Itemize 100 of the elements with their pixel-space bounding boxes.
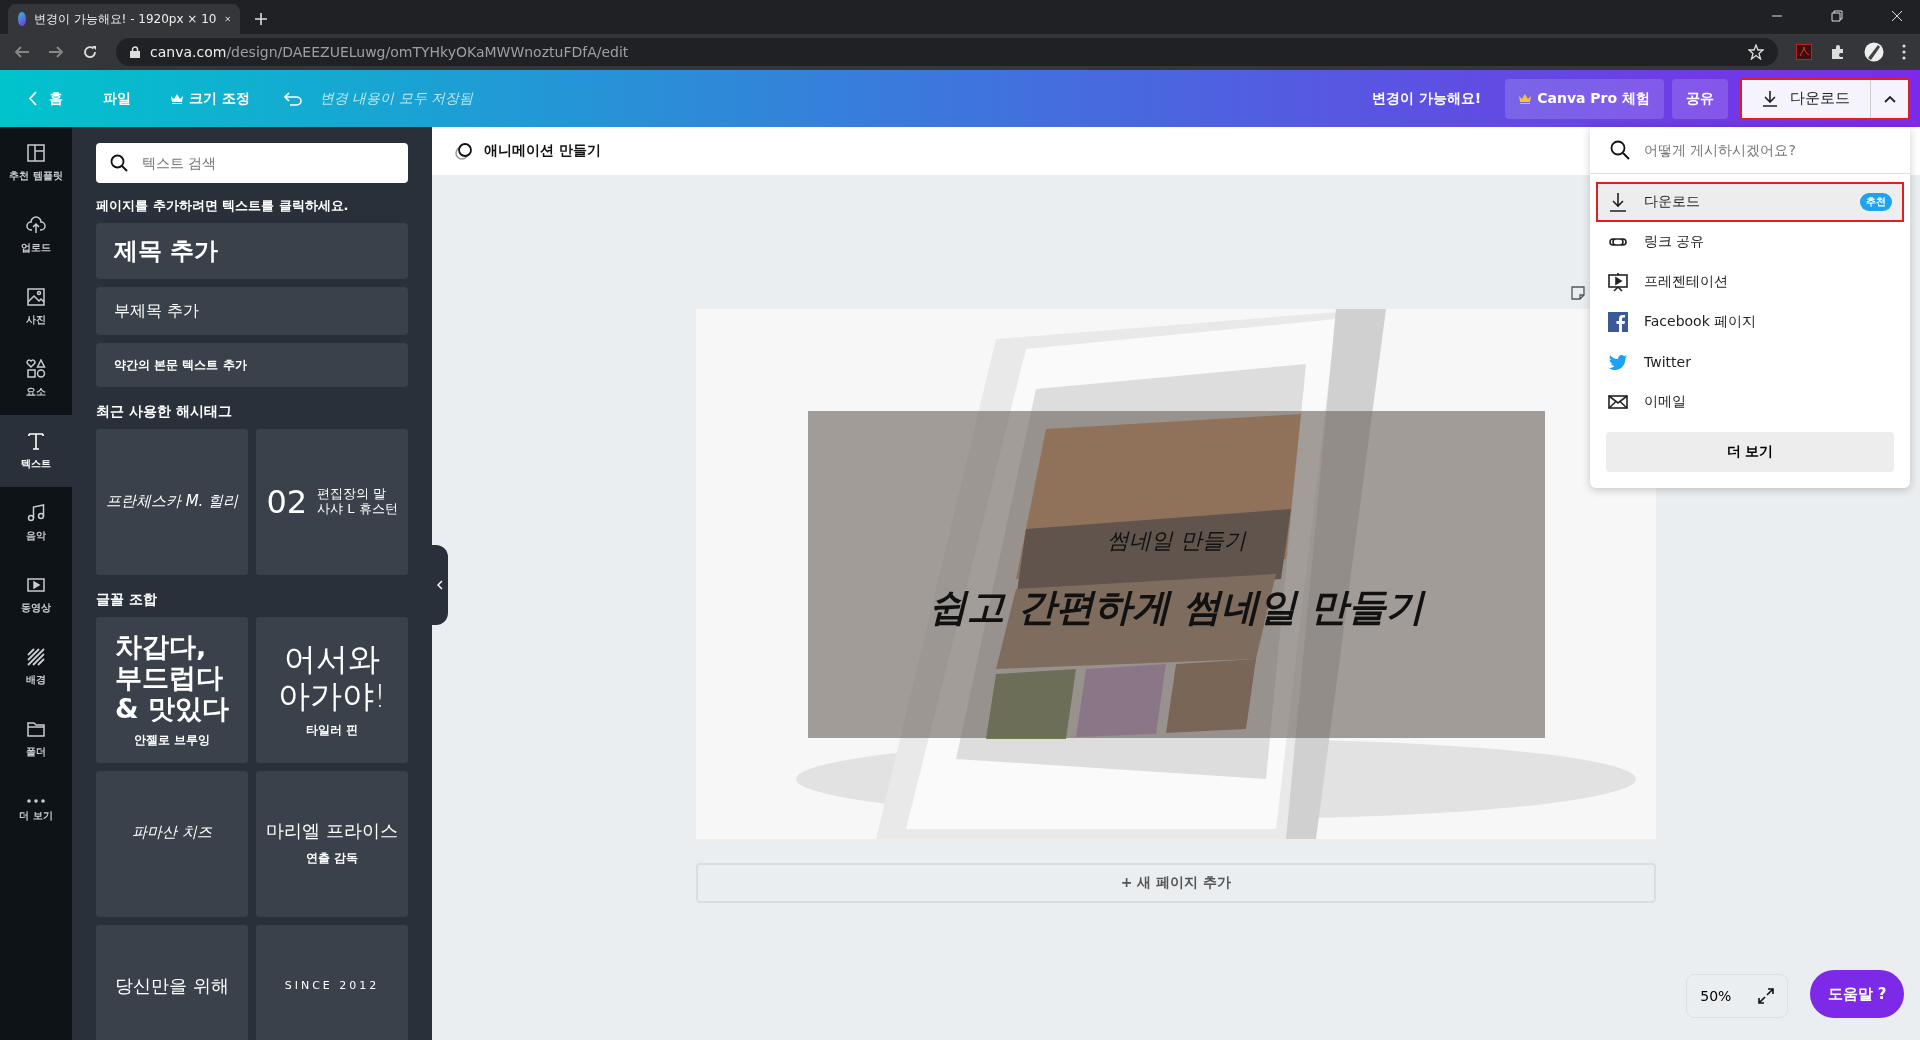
pro-trial-button[interactable]: Canva Pro 체험 <box>1505 78 1664 119</box>
restore-icon[interactable] <box>1831 10 1843 22</box>
font-combo-card[interactable]: 당신만을 위해 <box>96 925 248 1040</box>
search-field[interactable]: 어떻게 게시하시겠어요? <box>1590 127 1910 174</box>
zoom-control[interactable]: 50% <box>1686 974 1788 1018</box>
bird-icon <box>1608 352 1628 372</box>
back-icon[interactable] <box>14 44 30 60</box>
add-page-button[interactable]: + 새 페이지 추가 <box>696 863 1656 903</box>
envelope-icon <box>1608 392 1628 412</box>
font-combo-card[interactable]: 어서와 아가야! 타일러 핀 <box>256 617 408 763</box>
avatar-icon[interactable] <box>1864 42 1884 62</box>
text-icon <box>26 431 46 451</box>
font-combo-card[interactable]: 차갑다, 부드럽다 & 맛있다 안젤로 브루잉 <box>96 617 248 763</box>
recommended-badge: 추천 <box>1860 193 1892 211</box>
stripes-icon <box>26 647 46 667</box>
share-button[interactable]: 공유 <box>1672 78 1728 119</box>
undo-icon[interactable] <box>283 91 302 106</box>
zoom-level: 50% <box>1700 988 1732 1004</box>
search-field[interactable]: 텍스트 검색 <box>96 143 408 183</box>
card-text: 차갑다, 부드럽다 & 맛있다 <box>115 630 229 725</box>
sidebar-tab[interactable]: 텍스트 <box>0 415 72 487</box>
card-text: 파마산 치즈 <box>132 823 212 842</box>
add-text-button[interactable]: 약간의 본문 텍스트 추가 <box>96 343 408 387</box>
play-icon <box>26 575 46 595</box>
animate-button[interactable]: 애니메이션 만들기 <box>448 140 607 162</box>
sidebar-tab[interactable]: 사진 <box>0 271 72 343</box>
image-icon <box>26 287 46 307</box>
download-icon <box>1762 90 1778 107</box>
download-icon <box>1608 192 1628 212</box>
sidebar-tab[interactable]: 업로드 <box>0 199 72 271</box>
shapes-icon <box>26 359 46 379</box>
section-title: 글꼴 조합 <box>96 591 158 609</box>
see-more-button[interactable]: 더 보기 <box>1606 432 1894 472</box>
search-icon <box>1610 140 1630 160</box>
star-icon[interactable] <box>1748 44 1764 60</box>
browser-tab[interactable]: 변경이 가능해요! - 1920px × 10 <box>8 4 240 34</box>
cloud-upload-icon <box>26 215 46 235</box>
more-icon <box>26 799 46 803</box>
section-title: 최근 사용한 해시태그 <box>96 403 233 421</box>
menu-item[interactable]: 링크 공유 <box>1596 222 1904 262</box>
close-icon[interactable] <box>224 14 230 24</box>
card-caption: 안젤로 브루잉 <box>133 732 211 750</box>
search-icon <box>110 154 128 172</box>
design-title[interactable]: 변경이 가능해요! <box>1371 89 1482 108</box>
address-field[interactable]: canva.com/design/DAEEZUELuwg/omTYHkyOKaMWWnoztuFDfA/edit <box>116 38 1778 66</box>
download-button[interactable]: 다운로드 <box>1742 79 1870 118</box>
puzzle-icon[interactable] <box>1830 44 1846 60</box>
collapse-handle[interactable] <box>432 545 448 625</box>
sidebar-tab[interactable]: 동영상 <box>0 559 72 631</box>
card-text: 어서와 아가야! <box>277 640 387 715</box>
menu-item[interactable]: 다운로드 추천 <box>1596 182 1904 222</box>
save-status: 변경 내용이 모두 저장됨 <box>319 89 474 108</box>
note-icon[interactable] <box>1570 285 1586 301</box>
card-caption: 타일러 핀 <box>305 722 359 740</box>
facebook-icon <box>1608 312 1628 332</box>
tab-title: 변경이 가능해요! - 1920px × 10 <box>33 10 217 28</box>
music-note-icon <box>26 503 46 523</box>
panel-hint: 페이지를 추가하려면 텍스트를 클릭하세요. <box>96 197 350 215</box>
card-text: 프란체스카 M. 힐리 <box>105 493 239 511</box>
sidebar-tab[interactable]: 더 보기 <box>0 775 72 847</box>
card-number: 02 <box>266 483 308 521</box>
font-combo-card[interactable]: 마리엘 프라이스 연출 감독 <box>256 771 408 917</box>
folder-icon <box>26 719 46 739</box>
presentation-icon <box>1608 272 1628 292</box>
design-subtitle: 썸네일 만들기 <box>1107 527 1246 555</box>
font-combo-card[interactable]: SINCE 2012 <box>256 925 408 1040</box>
crown-icon <box>1519 93 1532 104</box>
menu-item[interactable]: Facebook 페이지 <box>1596 302 1904 342</box>
template-icon <box>26 143 46 163</box>
circles-icon <box>454 141 474 161</box>
font-combo-card[interactable]: 파마산 치즈 <box>96 771 248 917</box>
design-headline: 쉽고 간편하게 썸네일 만들기 <box>928 584 1425 631</box>
card-text: 당신만을 위해 <box>115 976 229 997</box>
menu-item[interactable]: Twitter <box>1596 342 1904 382</box>
sidebar-tab[interactable]: 폴더 <box>0 703 72 775</box>
chevron-left-icon <box>437 580 443 590</box>
card-text: 마리엘 프라이스 <box>266 821 398 842</box>
new-tab-icon[interactable] <box>254 12 268 26</box>
card-text: 편집장의 말 사샤 L 휴스턴 <box>317 487 398 517</box>
pdf-icon[interactable] <box>1796 44 1812 60</box>
sidebar-tab[interactable]: 배경 <box>0 631 72 703</box>
reload-icon[interactable] <box>82 44 98 60</box>
text-style-card[interactable]: 프란체스카 M. 힐리 <box>96 429 248 575</box>
lock-icon <box>130 46 140 58</box>
caret-button[interactable] <box>1870 79 1908 118</box>
menu-item[interactable]: 프레젠테이션 <box>1596 262 1904 302</box>
menu-item[interactable]: 이메일 <box>1596 382 1904 422</box>
crown-icon <box>171 93 183 104</box>
kebab-menu-icon[interactable] <box>1902 44 1906 60</box>
chevron-left-icon <box>28 91 37 106</box>
sidebar-tab[interactable]: 요소 <box>0 343 72 415</box>
card-text: SINCE 2012 <box>284 980 380 993</box>
sidebar-tab[interactable]: 음악 <box>0 487 72 559</box>
help-button[interactable]: 도움말 ? <box>1810 970 1904 1018</box>
forward-icon[interactable] <box>48 44 64 60</box>
sidebar-tab[interactable]: 추천 템플릿 <box>0 127 72 199</box>
expand-icon[interactable] <box>1757 988 1774 1004</box>
close-icon[interactable] <box>1891 10 1903 22</box>
add-text-button[interactable]: 제목 추가 <box>96 223 408 279</box>
add-text-button[interactable]: 부제목 추가 <box>96 287 408 335</box>
